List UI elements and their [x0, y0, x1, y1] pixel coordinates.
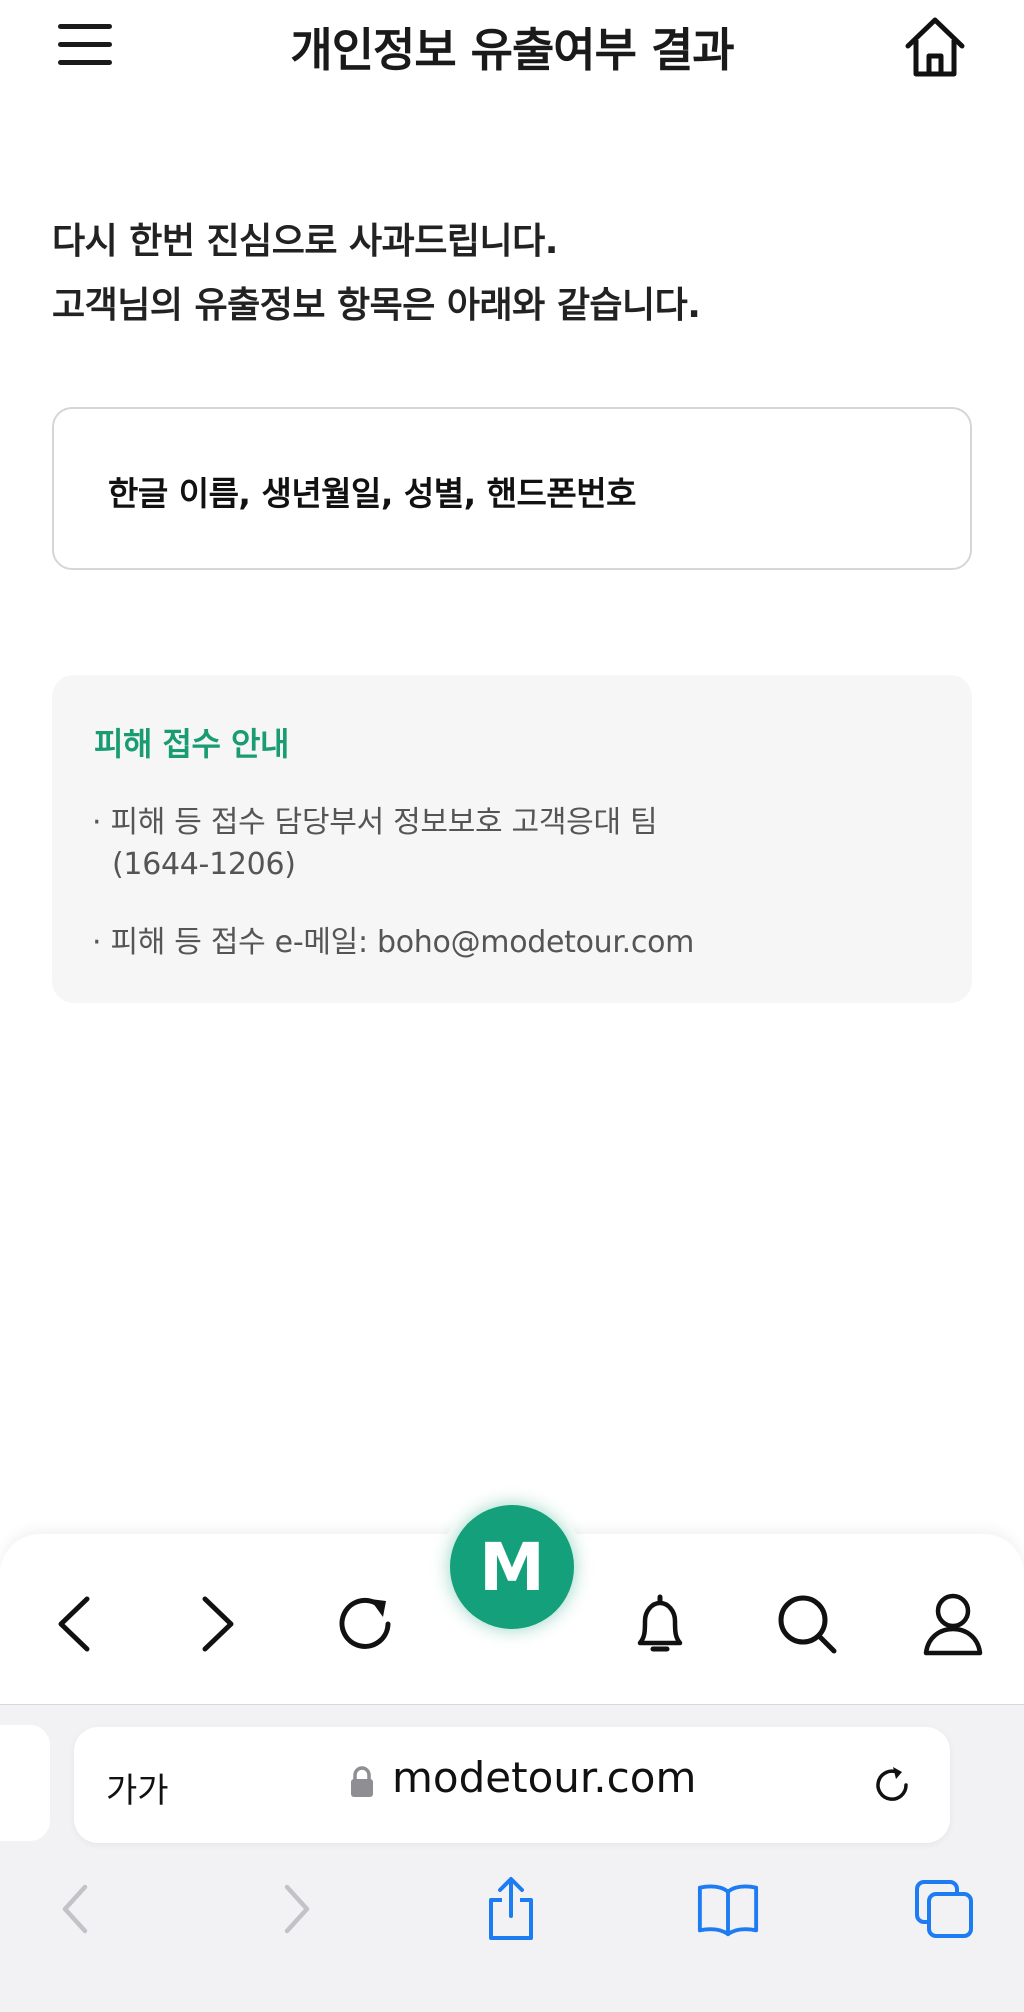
refresh-icon[interactable]	[330, 1589, 400, 1659]
notice-title: 피해 접수 안내	[94, 725, 289, 763]
home-icon[interactable]	[900, 10, 970, 80]
user-icon[interactable]	[918, 1589, 988, 1659]
text-size-button[interactable]: 가가	[106, 1763, 169, 1812]
intro-line-1: 다시 한번 진심으로 사과드립니다.	[52, 221, 558, 262]
page-title: 개인정보 유출여부 결과	[290, 23, 734, 77]
browser-forward-icon[interactable]	[264, 1877, 328, 1941]
address-bar[interactable]: 가가 modetour.com	[74, 1727, 950, 1843]
browser-toolbar: 가가 modetour.com	[0, 1704, 1024, 2012]
url-text[interactable]: modetour.com	[392, 1753, 696, 1802]
browser-back-icon[interactable]	[44, 1877, 108, 1941]
previous-tab-preview[interactable]	[0, 1725, 50, 1841]
search-icon[interactable]	[772, 1589, 842, 1659]
leaked-info-box: 한글 이름, 생년월일, 성별, 핸드폰번호	[52, 407, 972, 570]
damage-report-notice: 피해 접수 안내 · 피해 등 접수 담당부서 정보보호 고객응대 팀 (164…	[52, 675, 972, 1003]
leaked-info-items: 한글 이름, 생년월일, 성별, 핸드폰번호	[108, 474, 636, 513]
bell-icon[interactable]	[625, 1589, 695, 1659]
tabs-icon[interactable]	[912, 1877, 976, 1941]
notice-phone: (1644-1206)	[112, 847, 296, 882]
lock-icon	[349, 1765, 375, 1799]
modetour-home-button[interactable]: M	[450, 1505, 574, 1629]
modetour-logo-letter: M	[479, 1528, 545, 1606]
intro-message: 다시 한번 진심으로 사과드립니다. 고객님의 유출정보 항목은 아래와 같습니…	[52, 210, 701, 338]
notice-department: · 피해 등 접수 담당부서 정보보호 고객응대 팀	[92, 805, 658, 840]
forward-icon[interactable]	[184, 1589, 254, 1659]
notice-email: · 피해 등 접수 e-메일: boho@modetour.com	[92, 925, 695, 960]
top-header: 개인정보 유출여부 결과	[0, 0, 1024, 110]
back-icon[interactable]	[38, 1589, 108, 1659]
bookmarks-icon[interactable]	[696, 1877, 760, 1941]
share-icon[interactable]	[479, 1877, 543, 1941]
intro-line-2: 고객님의 유출정보 항목은 아래와 같습니다.	[52, 285, 701, 326]
reload-icon[interactable]	[870, 1763, 914, 1807]
